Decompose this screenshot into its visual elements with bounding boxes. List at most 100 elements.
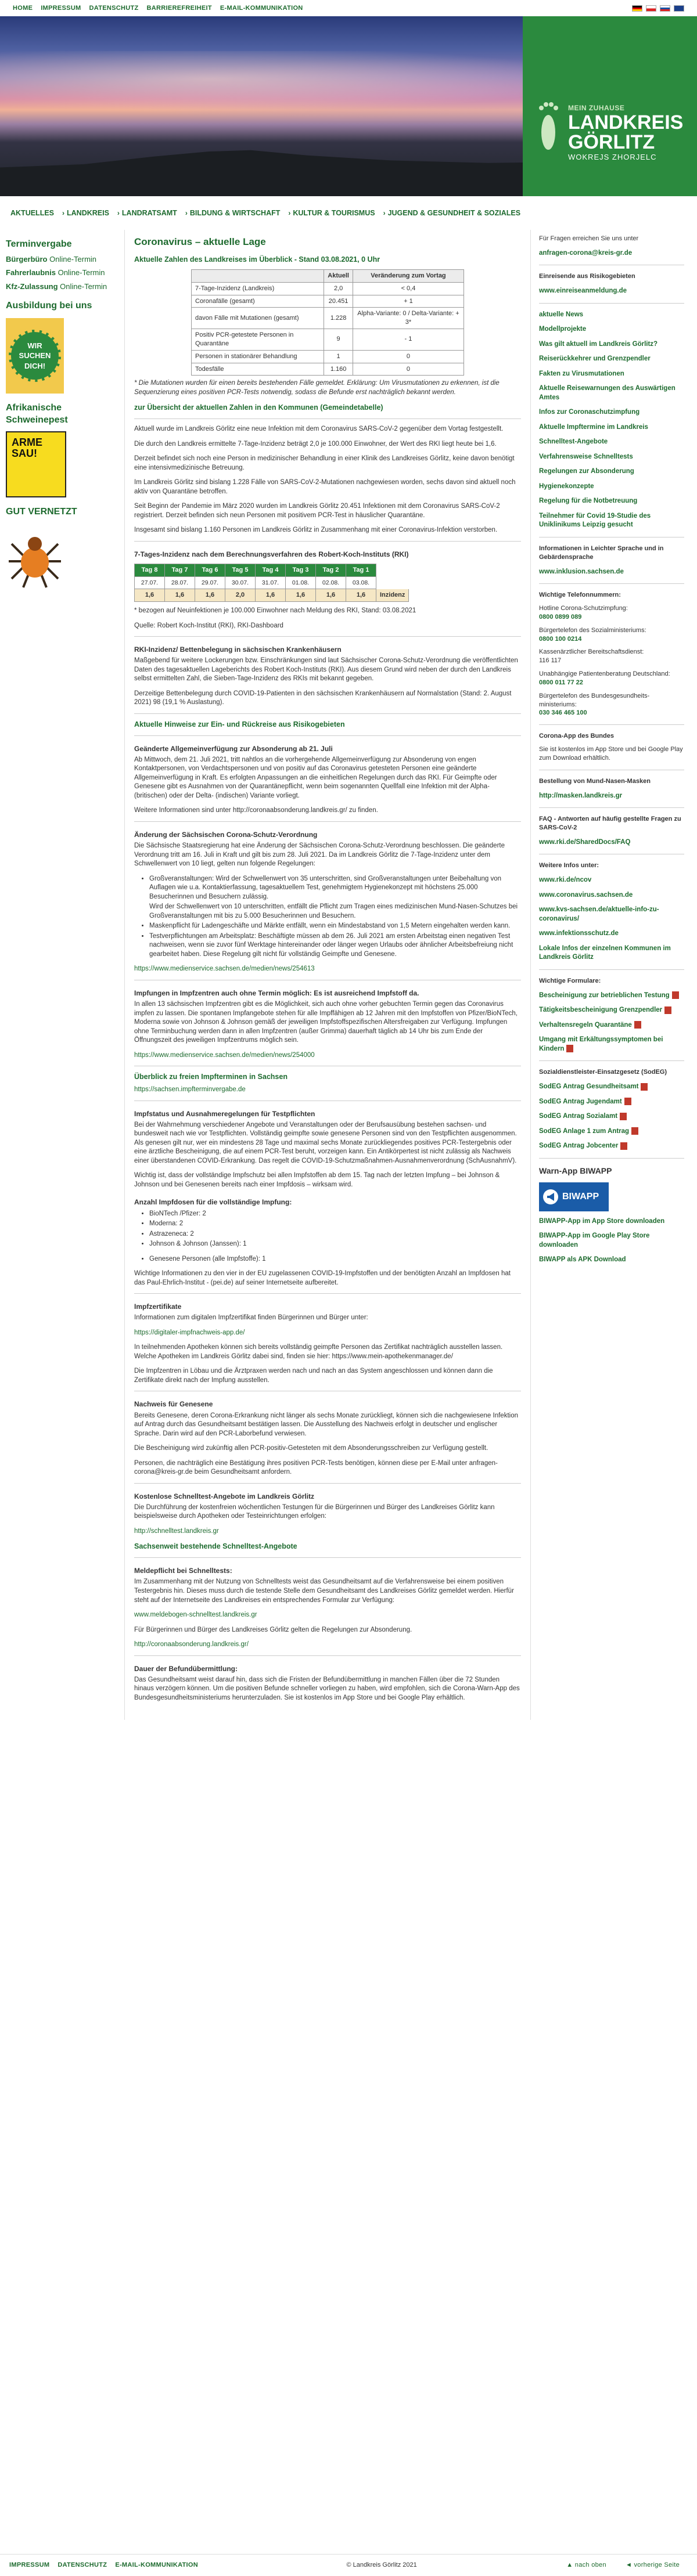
phone-number[interactable]: 030 346 465 100	[539, 709, 587, 716]
footer-link-email[interactable]: E-MAIL-KOMMUNIKATION	[115, 2561, 198, 2570]
link-buergerbuero[interactable]: Bürgerbüro Online-Termin	[6, 254, 118, 265]
table-cell: 20.451	[324, 294, 353, 308]
sodeg-link[interactable]: SodEG Anlage 1 zum Antrag	[539, 1127, 684, 1137]
back-link[interactable]: ◄ vorherige Seite	[626, 2561, 680, 2568]
cert-heading: Impfzertifikate	[134, 1303, 182, 1311]
link-meldebogen[interactable]: www.meldebogen-schnelltest.landkreis.gr	[134, 1611, 257, 1618]
table-cell: Coronafälle (gesamt)	[191, 294, 325, 308]
form-link[interactable]: Bescheinigung zur betrieblichen Testung	[539, 991, 684, 1001]
more-link[interactable]: www.infektionsschutz.de	[539, 929, 684, 939]
more-link[interactable]: Lokale Infos der einzelnen Kommunen im L…	[539, 944, 684, 962]
mask-link[interactable]: http://masken.landkreis.gr	[539, 792, 684, 801]
more-link[interactable]: www.kvs-sachsen.de/aktuelle-info-zu-coro…	[539, 905, 684, 923]
flag-cz-icon[interactable]	[660, 5, 670, 12]
warn-app-heading: Warn-App BIWAPP	[539, 1166, 612, 1175]
link-impfterminvergabe[interactable]: https://sachsen.impfterminvergabe.de	[134, 1086, 246, 1093]
right-link[interactable]: Schnelltest-Angebote	[539, 438, 684, 447]
phone-number[interactable]: 0800 011 77 22	[539, 679, 583, 686]
ausbildung-banner[interactable]: WIR SUCHEN DICH!	[6, 318, 64, 394]
sodeg-link[interactable]: SodEG Antrag Jobcenter	[539, 1142, 684, 1151]
divider	[134, 1482, 521, 1484]
right-link[interactable]: Fakten zu Virusmutationen	[539, 370, 684, 379]
faq-link[interactable]: www.rki.de/SharedDocs/FAQ	[539, 838, 684, 847]
flag-gb-icon[interactable]	[674, 5, 684, 12]
nav-landratsamt[interactable]: LANDRATSAMT	[122, 208, 177, 218]
top-bar: HOME IMPRESSUM DATENSCHUTZ BARRIEREFREIH…	[0, 0, 697, 16]
biwapp-logo[interactable]: BIWAPP	[539, 1182, 609, 1211]
link-gemeindetabelle[interactable]: zur Übersicht der aktuellen Zahlen in de…	[134, 403, 383, 412]
nav-kultur[interactable]: KULTUR & TOURISMUS	[293, 208, 375, 218]
phone-number[interactable]: 0800 0899 089	[539, 614, 581, 620]
nav-bildung[interactable]: BILDUNG & WIRTSCHAFT	[190, 208, 281, 218]
top-link-email[interactable]: E-MAIL-KOMMUNIKATION	[220, 4, 303, 13]
top-link-home[interactable]: HOME	[13, 4, 33, 13]
more-link[interactable]: www.rki.de/ncov	[539, 876, 684, 885]
table-row: Tag 8 Tag 7 Tag 6 Tag 5 Tag 4 Tag 3 Tag 2 Tag 1	[134, 564, 409, 577]
flag-de-icon[interactable]	[632, 5, 642, 12]
more-link[interactable]: www.coronavirus.sachsen.de	[539, 891, 684, 900]
divider	[539, 583, 684, 585]
nav-landkreis[interactable]: LANDKREIS	[67, 208, 109, 218]
link-travel[interactable]: Aktuelle Hinweise zur Ein- und Rückreise…	[134, 720, 345, 728]
link-kfz[interactable]: Kfz-Zulassung Online-Termin	[6, 282, 118, 292]
form-label: Bescheinigung zur betrieblichen Testung	[539, 991, 670, 999]
right-link[interactable]: Hygienekonzepte	[539, 482, 684, 492]
right-link[interactable]: Modellprojekte	[539, 325, 684, 334]
right-link[interactable]: Infos zur Coronaschutzimpfung	[539, 408, 684, 417]
tick-icon[interactable]	[6, 526, 64, 590]
link-schnelltest[interactable]: http://schnelltest.landkreis.gr	[134, 1528, 219, 1535]
arme-sau-banner[interactable]: ARME SAU!	[6, 431, 66, 498]
sodeg-link[interactable]: SodEG Antrag Sozialamt	[539, 1112, 684, 1121]
link-news-254613[interactable]: https://www.medienservice.sachsen.de/med…	[134, 965, 315, 972]
link-fahrerlaubnis[interactable]: Fahrerlaubnis Online-Termin	[6, 268, 118, 278]
entry-link[interactable]: www.einreiseanmeldung.de	[539, 287, 684, 296]
nav-jugend[interactable]: JUGEND & GESUNDHEIT & SOZIALES	[388, 208, 521, 218]
link-news-254000[interactable]: https://www.medienservice.sachsen.de/med…	[134, 1052, 315, 1059]
link-impfnachweis[interactable]: https://digitaler-impfnachweis-app.de/	[134, 1329, 245, 1336]
form-link[interactable]: Tätigkeitsbescheinigung Grenzpendler	[539, 1006, 684, 1015]
to-top-link[interactable]: ▲ nach oben	[566, 2561, 606, 2568]
link-sachsen-schnelltest[interactable]: Sachsenweit bestehende Schnelltest-Angeb…	[134, 1542, 297, 1550]
link-absonderung[interactable]: http://coronaabsonderung.landkreis.gr/	[134, 1641, 249, 1648]
footer-link-impressum[interactable]: IMPRESSUM	[9, 2561, 49, 2570]
biwapp-link[interactable]: BIWAPP als APK Download	[539, 1255, 684, 1265]
arrow-left-icon: ◄	[625, 2561, 634, 2569]
sodeg-link[interactable]: SodEG Antrag Jugendamt	[539, 1098, 684, 1107]
sodeg-label: SodEG Antrag Gesundheitsamt	[539, 1083, 639, 1091]
right-link[interactable]: Was gilt aktuell im Landkreis Görlitz?	[539, 340, 684, 349]
nav-separator: ›	[288, 208, 291, 217]
right-link[interactable]: Aktuelle Reisewarnungen des Auswärtigen …	[539, 384, 684, 402]
contact-email-link[interactable]: anfragen-corona@kreis-gr.de	[539, 249, 684, 258]
table-cell: 2,0	[324, 282, 353, 295]
easy-language-link[interactable]: www.inklusion.sachsen.de	[539, 568, 684, 577]
main-nav: AKTUELLES › LANDKREIS › LANDRATSAMT › BILDU…	[0, 200, 697, 226]
phone-label: Kassenärztlicher Bereitschaftsdienst:	[539, 648, 644, 656]
phone-number[interactable]: 0800 100 0214	[539, 636, 581, 643]
footer-link-datenschutz[interactable]: DATENSCHUTZ	[58, 2561, 107, 2570]
link-free-appointments[interactable]: Überblick zu freien Impfterminen in Sach…	[134, 1073, 288, 1081]
biwapp-link[interactable]: BIWAPP-App im Google Play Store download…	[539, 1232, 684, 1250]
right-link[interactable]: aktuelle News	[539, 311, 684, 320]
form-link[interactable]: Umgang mit Erkältungssymptomen bei Kinde…	[539, 1036, 684, 1054]
footer-nav: ▲ nach oben ◄ vorherige Seite	[557, 2561, 688, 2570]
site-logo[interactable]: MEIN ZUHAUSE LANDKREIS GÖRLITZ WOKREJS Z…	[523, 16, 697, 196]
divider	[539, 1157, 684, 1159]
right-link[interactable]: Teilnehmer für Covid 19-Studie des Unikl…	[539, 512, 684, 530]
form-link[interactable]: Verhaltensregeln Quarantäne	[539, 1021, 684, 1030]
flag-pl-icon[interactable]	[646, 5, 656, 12]
paragraph: Das Gesundheitsamt weist darauf hin, das…	[134, 1676, 520, 1701]
nav-aktuelles[interactable]: AKTUELLES	[10, 208, 54, 218]
list-item: Johnson & Johnson (Janssen): 1	[149, 1240, 521, 1249]
table-cell	[375, 564, 409, 577]
biwapp-link[interactable]: BIWAPP-App im App Store downloaden	[539, 1217, 684, 1226]
top-link-impressum[interactable]: IMPRESSUM	[41, 4, 81, 13]
top-link-barrierefreiheit[interactable]: BARRIEREFREIHEIT	[147, 4, 212, 13]
right-link[interactable]: Verfahrensweise Schnelltests	[539, 453, 684, 462]
phone-number[interactable]: 116 117	[539, 657, 561, 664]
right-link[interactable]: Reiserückkehrer und Grenzpendler	[539, 355, 684, 364]
top-link-datenschutz[interactable]: DATENSCHUTZ	[89, 4, 139, 13]
right-link[interactable]: Regelungen zur Absonderung	[539, 467, 684, 477]
sodeg-link[interactable]: SodEG Antrag Gesundheitsamt	[539, 1083, 684, 1092]
right-link[interactable]: Aktuelle Impftermine im Landkreis	[539, 423, 684, 432]
right-link[interactable]: Regelung für die Notbetreuung	[539, 497, 684, 506]
